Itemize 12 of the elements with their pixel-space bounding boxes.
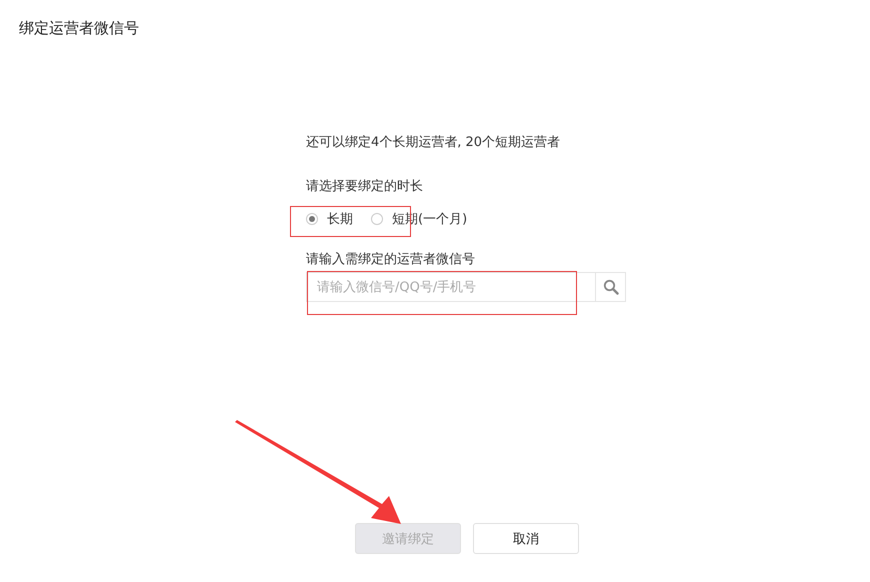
quota-text: 还可以绑定4个长期运营者, 20个短期运营者 <box>306 134 562 152</box>
wechat-id-field[interactable]: 请输入微信号/QQ号/手机号 <box>306 272 595 302</box>
radio-icon[interactable] <box>306 213 318 225</box>
search-icon <box>602 279 618 295</box>
radio-icon[interactable] <box>371 213 383 225</box>
radio-label: 长期 <box>327 211 353 228</box>
field-label: 请选择要绑定的时长 <box>306 178 424 196</box>
action-button[interactable]: 取消 <box>473 523 579 554</box>
field-label: 请输入需绑定的运营者微信号 <box>306 251 476 269</box>
search-button[interactable] <box>595 272 626 302</box>
dialog-title: 绑定运营者微信号 <box>19 19 139 38</box>
radio-option[interactable]: 长期 <box>306 210 353 228</box>
